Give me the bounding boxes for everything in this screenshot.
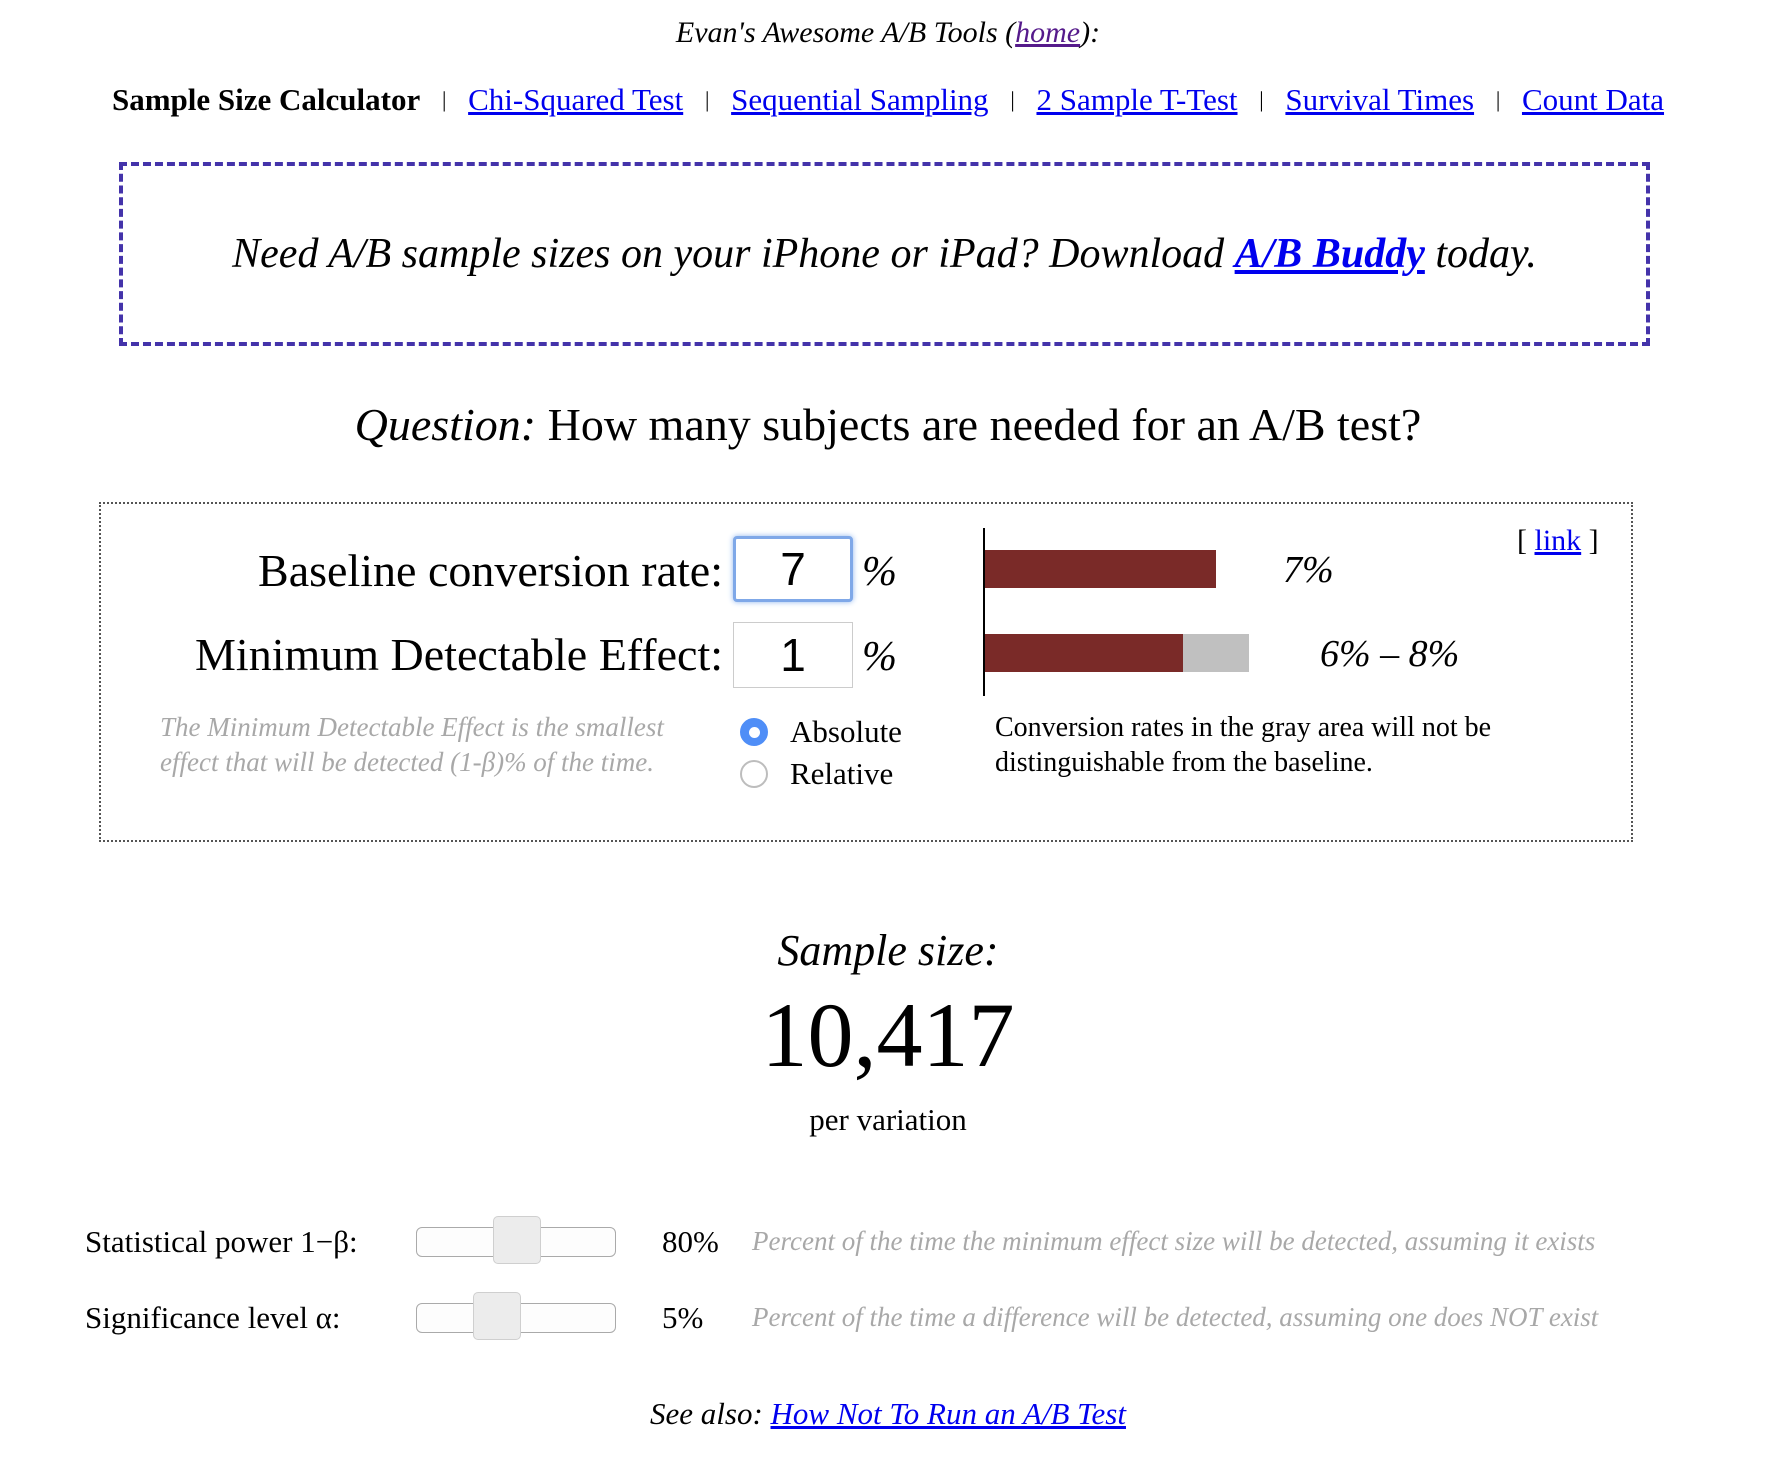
power-value: 80% [662,1224,719,1259]
radio-relative[interactable]: Relative [740,756,893,792]
chart-note: Conversion rates in the gray area will n… [995,712,1492,778]
nav-link-t-test[interactable]: 2 Sample T-Test [1036,82,1237,117]
sample-size-value: 10,417 [761,984,1015,1086]
promo-text: Need A/B sample sizes on your iPhone or … [232,230,1537,278]
range-bar [985,634,1249,672]
mde-unit: % [862,634,897,680]
radio-absolute-label: Absolute [790,714,902,749]
range-bar-label: 6% – 8% [1320,633,1460,675]
radio-absolute-control[interactable] [740,718,768,746]
tool-nav: Sample Size Calculator | Chi-Squared Tes… [0,82,1776,118]
promo-banner: Need A/B sample sizes on your iPhone or … [119,162,1650,346]
nav-separator: | [1495,87,1501,112]
permalink-link[interactable]: link [1535,524,1582,557]
range-bar-gray-area [1183,634,1249,672]
significance-help: Percent of the time a difference will be… [752,1302,1599,1332]
baseline-input[interactable] [733,536,853,602]
nav-current-sample-size: Sample Size Calculator [111,82,421,117]
baseline-unit: % [862,549,897,595]
promo-suffix: today. [1435,231,1537,277]
home-link[interactable]: home [1015,16,1080,49]
significance-slider-handle[interactable] [473,1292,521,1340]
question-heading: Question: How many subjects are needed f… [0,398,1776,451]
nav-separator: | [1259,87,1264,112]
permalink-open-bracket: [ [1517,524,1527,557]
site-header: Evan's Awesome A/B Tools (home): [0,16,1776,50]
ab-buddy-link[interactable]: A/B Buddy [1235,231,1425,277]
baseline-label: Baseline conversion rate: [258,545,723,596]
see-also-label: See also: [650,1396,763,1431]
significance-label: Significance level α: [85,1300,341,1335]
nav-separator: | [1010,87,1015,112]
nav-link-sequential-sampling[interactable]: Sequential Sampling [731,82,988,117]
baseline-bar [985,550,1216,588]
range-bar-low [985,634,1183,672]
power-slider-handle[interactable] [493,1216,541,1264]
result-title: Sample size: [777,926,999,975]
question-label: Question: [354,399,537,450]
permalink: [ link ] [1517,524,1599,558]
nav-link-survival-times[interactable]: Survival Times [1285,82,1474,117]
significance-slider[interactable] [416,1292,616,1340]
nav-separator: | [704,87,710,112]
mde-input[interactable] [733,622,853,688]
nav-link-chi-squared[interactable]: Chi-Squared Test [468,82,683,117]
result-unit: per variation [809,1102,967,1137]
radio-absolute[interactable]: Absolute [740,714,902,750]
baseline-bar-label: 7% [1283,549,1334,591]
power-help: Percent of the time the minimum effect s… [752,1226,1596,1256]
permalink-close-bracket: ] [1588,524,1599,557]
see-also: See also: How Not To Run an A/B Test [0,1396,1776,1432]
radio-relative-control[interactable] [740,760,768,788]
power-label: Statistical power 1−β: [85,1224,358,1259]
radio-relative-label: Relative [790,756,894,791]
question-text: How many subjects are needed for an A/B … [547,399,1422,450]
mde-label: Minimum Detectable Effect: [195,629,723,680]
site-header-suffix: ): [1080,16,1101,49]
promo-prefix: Need A/B sample sizes on your iPhone or … [232,231,1225,277]
power-slider[interactable] [416,1216,616,1264]
nav-link-count-data[interactable]: Count Data [1522,82,1664,117]
site-header-prefix: Evan's Awesome A/B Tools ( [675,16,1016,49]
nav-separator: | [441,87,447,112]
mde-explanation: The Minimum Detectable Effect is the sma… [160,712,664,777]
how-not-to-run-ab-test-link[interactable]: How Not To Run an A/B Test [771,1396,1126,1431]
significance-value: 5% [662,1300,704,1335]
